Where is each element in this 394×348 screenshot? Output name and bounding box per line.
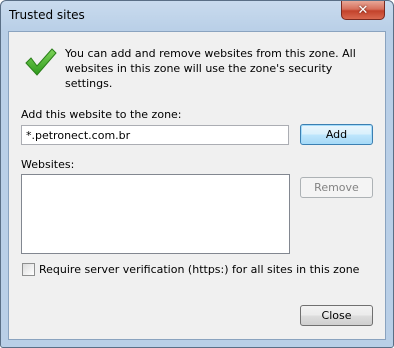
title-bar[interactable]: Trusted sites ✕ bbox=[1, 1, 393, 31]
green-checkmark-icon bbox=[25, 48, 57, 76]
https-verification-label[interactable]: Require server verification (https:) for… bbox=[39, 263, 359, 276]
websites-list[interactable] bbox=[21, 174, 290, 254]
window-close-button[interactable]: ✕ bbox=[341, 1, 385, 20]
websites-label: Websites: bbox=[21, 158, 75, 171]
add-website-label: Add this website to the zone: bbox=[21, 108, 182, 121]
remove-button[interactable]: Remove bbox=[300, 177, 373, 198]
website-url-input[interactable] bbox=[21, 125, 289, 145]
add-button[interactable]: Add bbox=[300, 124, 373, 145]
https-verification-checkbox[interactable] bbox=[22, 263, 35, 276]
trusted-sites-dialog: Trusted sites ✕ You can add and remove w… bbox=[0, 0, 394, 348]
zone-info-text: You can add and remove websites from thi… bbox=[65, 47, 356, 90]
close-button[interactable]: Close bbox=[300, 305, 373, 326]
dialog-body: You can add and remove websites from thi… bbox=[8, 31, 386, 340]
window-title: Trusted sites bbox=[9, 8, 85, 22]
close-icon: ✕ bbox=[357, 2, 369, 18]
